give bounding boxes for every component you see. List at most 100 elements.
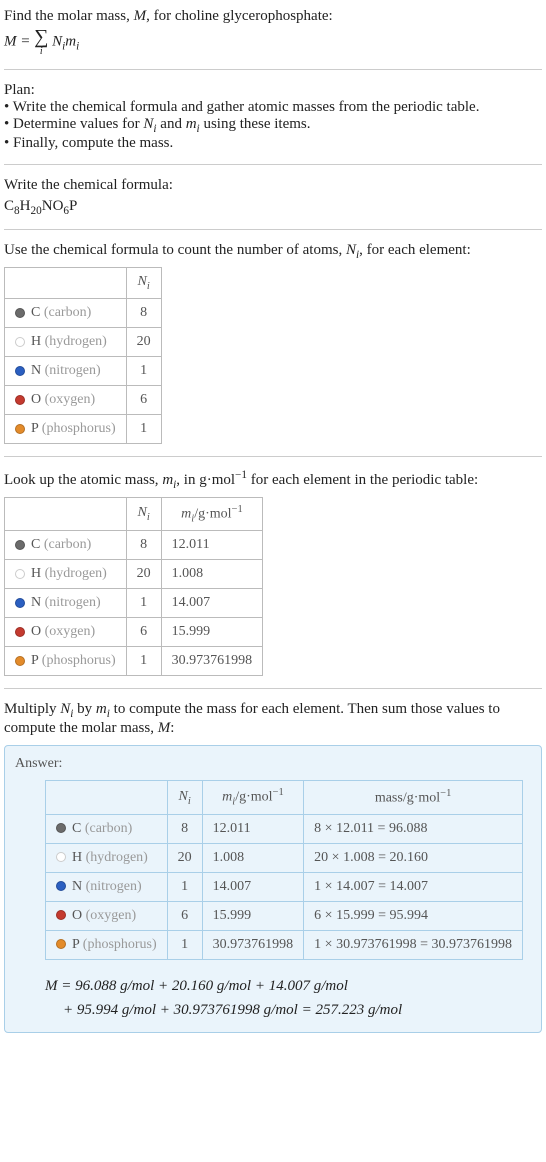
table-row: O (oxygen)6 — [5, 385, 162, 414]
mass-cell: 20 × 1.008 = 20.160 — [304, 843, 523, 872]
answer-table: Ni mi/g·mol−1 mass/g·mol−1 C (carbon)812… — [45, 780, 523, 959]
mi-cell: 12.011 — [161, 531, 263, 560]
el-cell: O (oxygen) — [5, 385, 127, 414]
el-name: (oxygen) — [82, 908, 136, 923]
mass-cell: 8 × 12.011 = 96.088 — [304, 814, 523, 843]
count-intro: Use the chemical formula to count the nu… — [4, 242, 542, 261]
el-cell: N (nitrogen) — [5, 589, 127, 618]
mass-header: mass/g·mol−1 — [304, 781, 523, 814]
el-sym: O — [72, 908, 82, 923]
multiply-section: Multiply Ni by mi to compute the mass fo… — [4, 697, 542, 741]
plan-item-1: • Write the chemical formula and gather … — [4, 99, 542, 116]
ni-header: Ni — [126, 268, 161, 299]
h-unit: /g·mol — [194, 506, 231, 521]
el-name: (hydrogen) — [82, 850, 148, 865]
ni-cell: 1 — [126, 647, 161, 676]
table-header-row: Ni — [5, 268, 162, 299]
intro-text-2: , for choline glycerophosphate: — [146, 8, 333, 24]
empty-header — [5, 497, 127, 530]
mi-cell: 15.999 — [202, 901, 304, 930]
el-cell: C (carbon) — [5, 531, 127, 560]
mult-Ni: N — [60, 701, 70, 717]
lookup-table: Ni mi/g·mol−1 C (carbon)812.011 H (hydro… — [4, 497, 263, 676]
final-line-1: M = 96.088 g/mol + 20.160 g/mol + 14.007… — [45, 974, 531, 998]
count-table: Ni C (carbon)8 H (hydrogen)20 N (nitroge… — [4, 267, 162, 444]
h-i: i — [147, 512, 150, 523]
divider — [4, 164, 542, 165]
divider — [4, 456, 542, 457]
cf-P: P — [69, 198, 77, 214]
mult-mi: m — [96, 701, 107, 717]
el-name: (nitrogen) — [82, 879, 141, 894]
table-header-row: Ni mi/g·mol−1 mass/g·mol−1 — [46, 781, 523, 814]
mult-b: by — [73, 701, 96, 717]
intro-var-M: M — [134, 8, 147, 24]
el-name: (phosphorus) — [79, 937, 156, 952]
ni-cell: 8 — [126, 298, 161, 327]
cf-N: N — [42, 198, 53, 214]
el-name: (carbon) — [81, 821, 132, 836]
mi-header: mi/g·mol−1 — [161, 497, 263, 530]
el-name: (oxygen) — [41, 624, 95, 639]
plan2-Ni: N — [143, 116, 153, 132]
el-cell: H (hydrogen) — [5, 560, 127, 589]
h-n: N — [179, 789, 188, 804]
el-name: (phosphorus) — [38, 653, 115, 668]
el-sym: C — [72, 821, 81, 836]
lookup-b: , in g·mol — [176, 472, 235, 488]
element-dot-icon — [56, 939, 66, 949]
element-dot-icon — [56, 823, 66, 833]
lookup-a: Look up the atomic mass, — [4, 472, 162, 488]
el-name: (oxygen) — [41, 392, 95, 407]
cf-20: 20 — [30, 205, 41, 217]
el-cell: O (oxygen) — [5, 618, 127, 647]
plan-title: Plan: — [4, 82, 542, 99]
final-equation: M = 96.088 g/mol + 20.160 g/mol + 14.007… — [45, 974, 531, 1022]
cf-C: C — [4, 198, 14, 214]
el-sym: C — [31, 537, 40, 552]
h-m: m — [181, 506, 191, 521]
lookup-section: Look up the atomic mass, mi, in g·mol−1 … — [4, 465, 542, 680]
h-exp: −1 — [273, 787, 284, 798]
empty-header — [46, 781, 168, 814]
plan2-a: • Determine values for — [4, 116, 143, 132]
divider — [4, 229, 542, 230]
table-row: N (nitrogen)114.007 — [5, 589, 263, 618]
plan2-end: using these items. — [200, 116, 311, 132]
table-row: C (carbon)8 — [5, 298, 162, 327]
lookup-mi: m — [162, 472, 173, 488]
eq-mi-i: i — [76, 40, 79, 52]
h-unit: /g·mol — [235, 790, 272, 805]
ni-cell: 1 — [126, 414, 161, 443]
ni-cell: 1 — [126, 356, 161, 385]
eq-mi-m: m — [65, 33, 76, 49]
element-dot-icon — [15, 656, 25, 666]
empty-header — [5, 268, 127, 299]
ni-header: Ni — [167, 781, 202, 814]
answer-box: Answer: Ni mi/g·mol−1 mass/g·mol−1 C (ca… — [4, 745, 542, 1032]
el-name: (nitrogen) — [41, 363, 100, 378]
element-dot-icon — [56, 910, 66, 920]
el-sym: N — [31, 363, 41, 378]
ni-cell: 8 — [167, 814, 202, 843]
el-name: (hydrogen) — [41, 566, 107, 581]
eq-Ni-N: N — [52, 33, 62, 49]
mass-cell: 1 × 14.007 = 14.007 — [304, 872, 523, 901]
element-dot-icon — [15, 540, 25, 550]
count-b: , for each element: — [359, 242, 471, 258]
el-sym: H — [72, 850, 82, 865]
element-dot-icon — [15, 569, 25, 579]
table-row: P (phosphorus)130.9737619981 × 30.973761… — [46, 930, 523, 959]
plan2-mid: and — [157, 116, 186, 132]
final-line-2: + 95.994 g/mol + 30.973761998 g/mol = 25… — [63, 998, 531, 1022]
el-cell: P (phosphorus) — [5, 414, 127, 443]
mass-cell: 6 × 15.999 = 95.994 — [304, 901, 523, 930]
element-dot-icon — [15, 308, 25, 318]
sigma: ∑ — [34, 26, 48, 48]
ni-cell: 20 — [126, 560, 161, 589]
el-sym: O — [31, 624, 41, 639]
el-name: (nitrogen) — [41, 595, 100, 610]
h-mass: mass/g·mol — [375, 791, 440, 806]
h-n: N — [138, 505, 147, 520]
table-row: N (nitrogen) 1 — [5, 356, 162, 385]
